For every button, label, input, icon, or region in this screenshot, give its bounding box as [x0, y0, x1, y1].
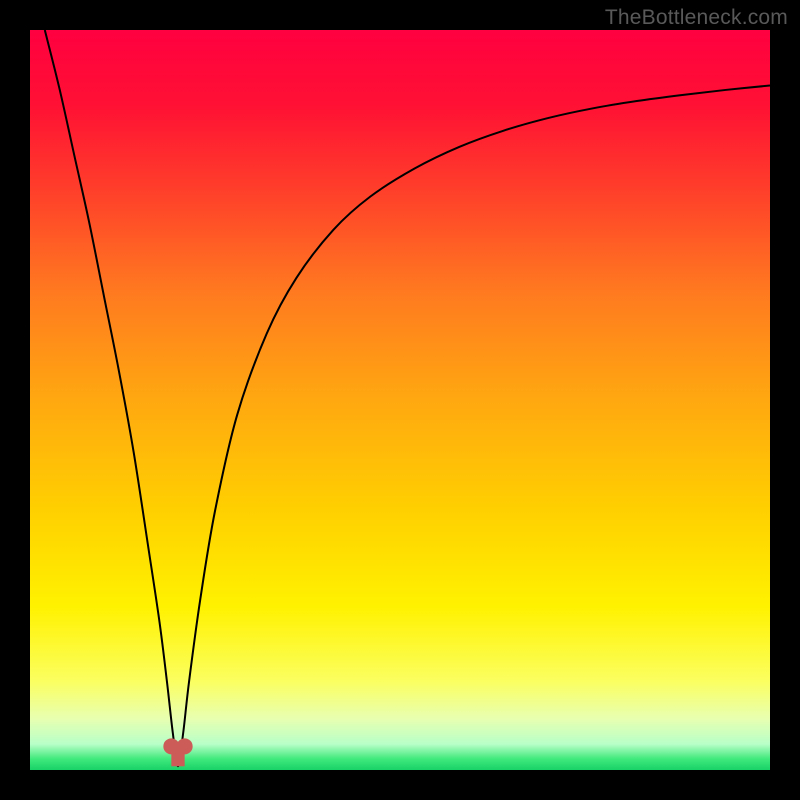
min-marker-right	[177, 739, 192, 754]
chart-svg	[30, 30, 770, 770]
min-marker-left	[164, 739, 179, 754]
watermark-text: TheBottleneck.com	[605, 6, 788, 30]
plot-area	[30, 30, 770, 770]
outer-frame: TheBottleneck.com	[0, 0, 800, 800]
gradient-background	[30, 30, 770, 770]
